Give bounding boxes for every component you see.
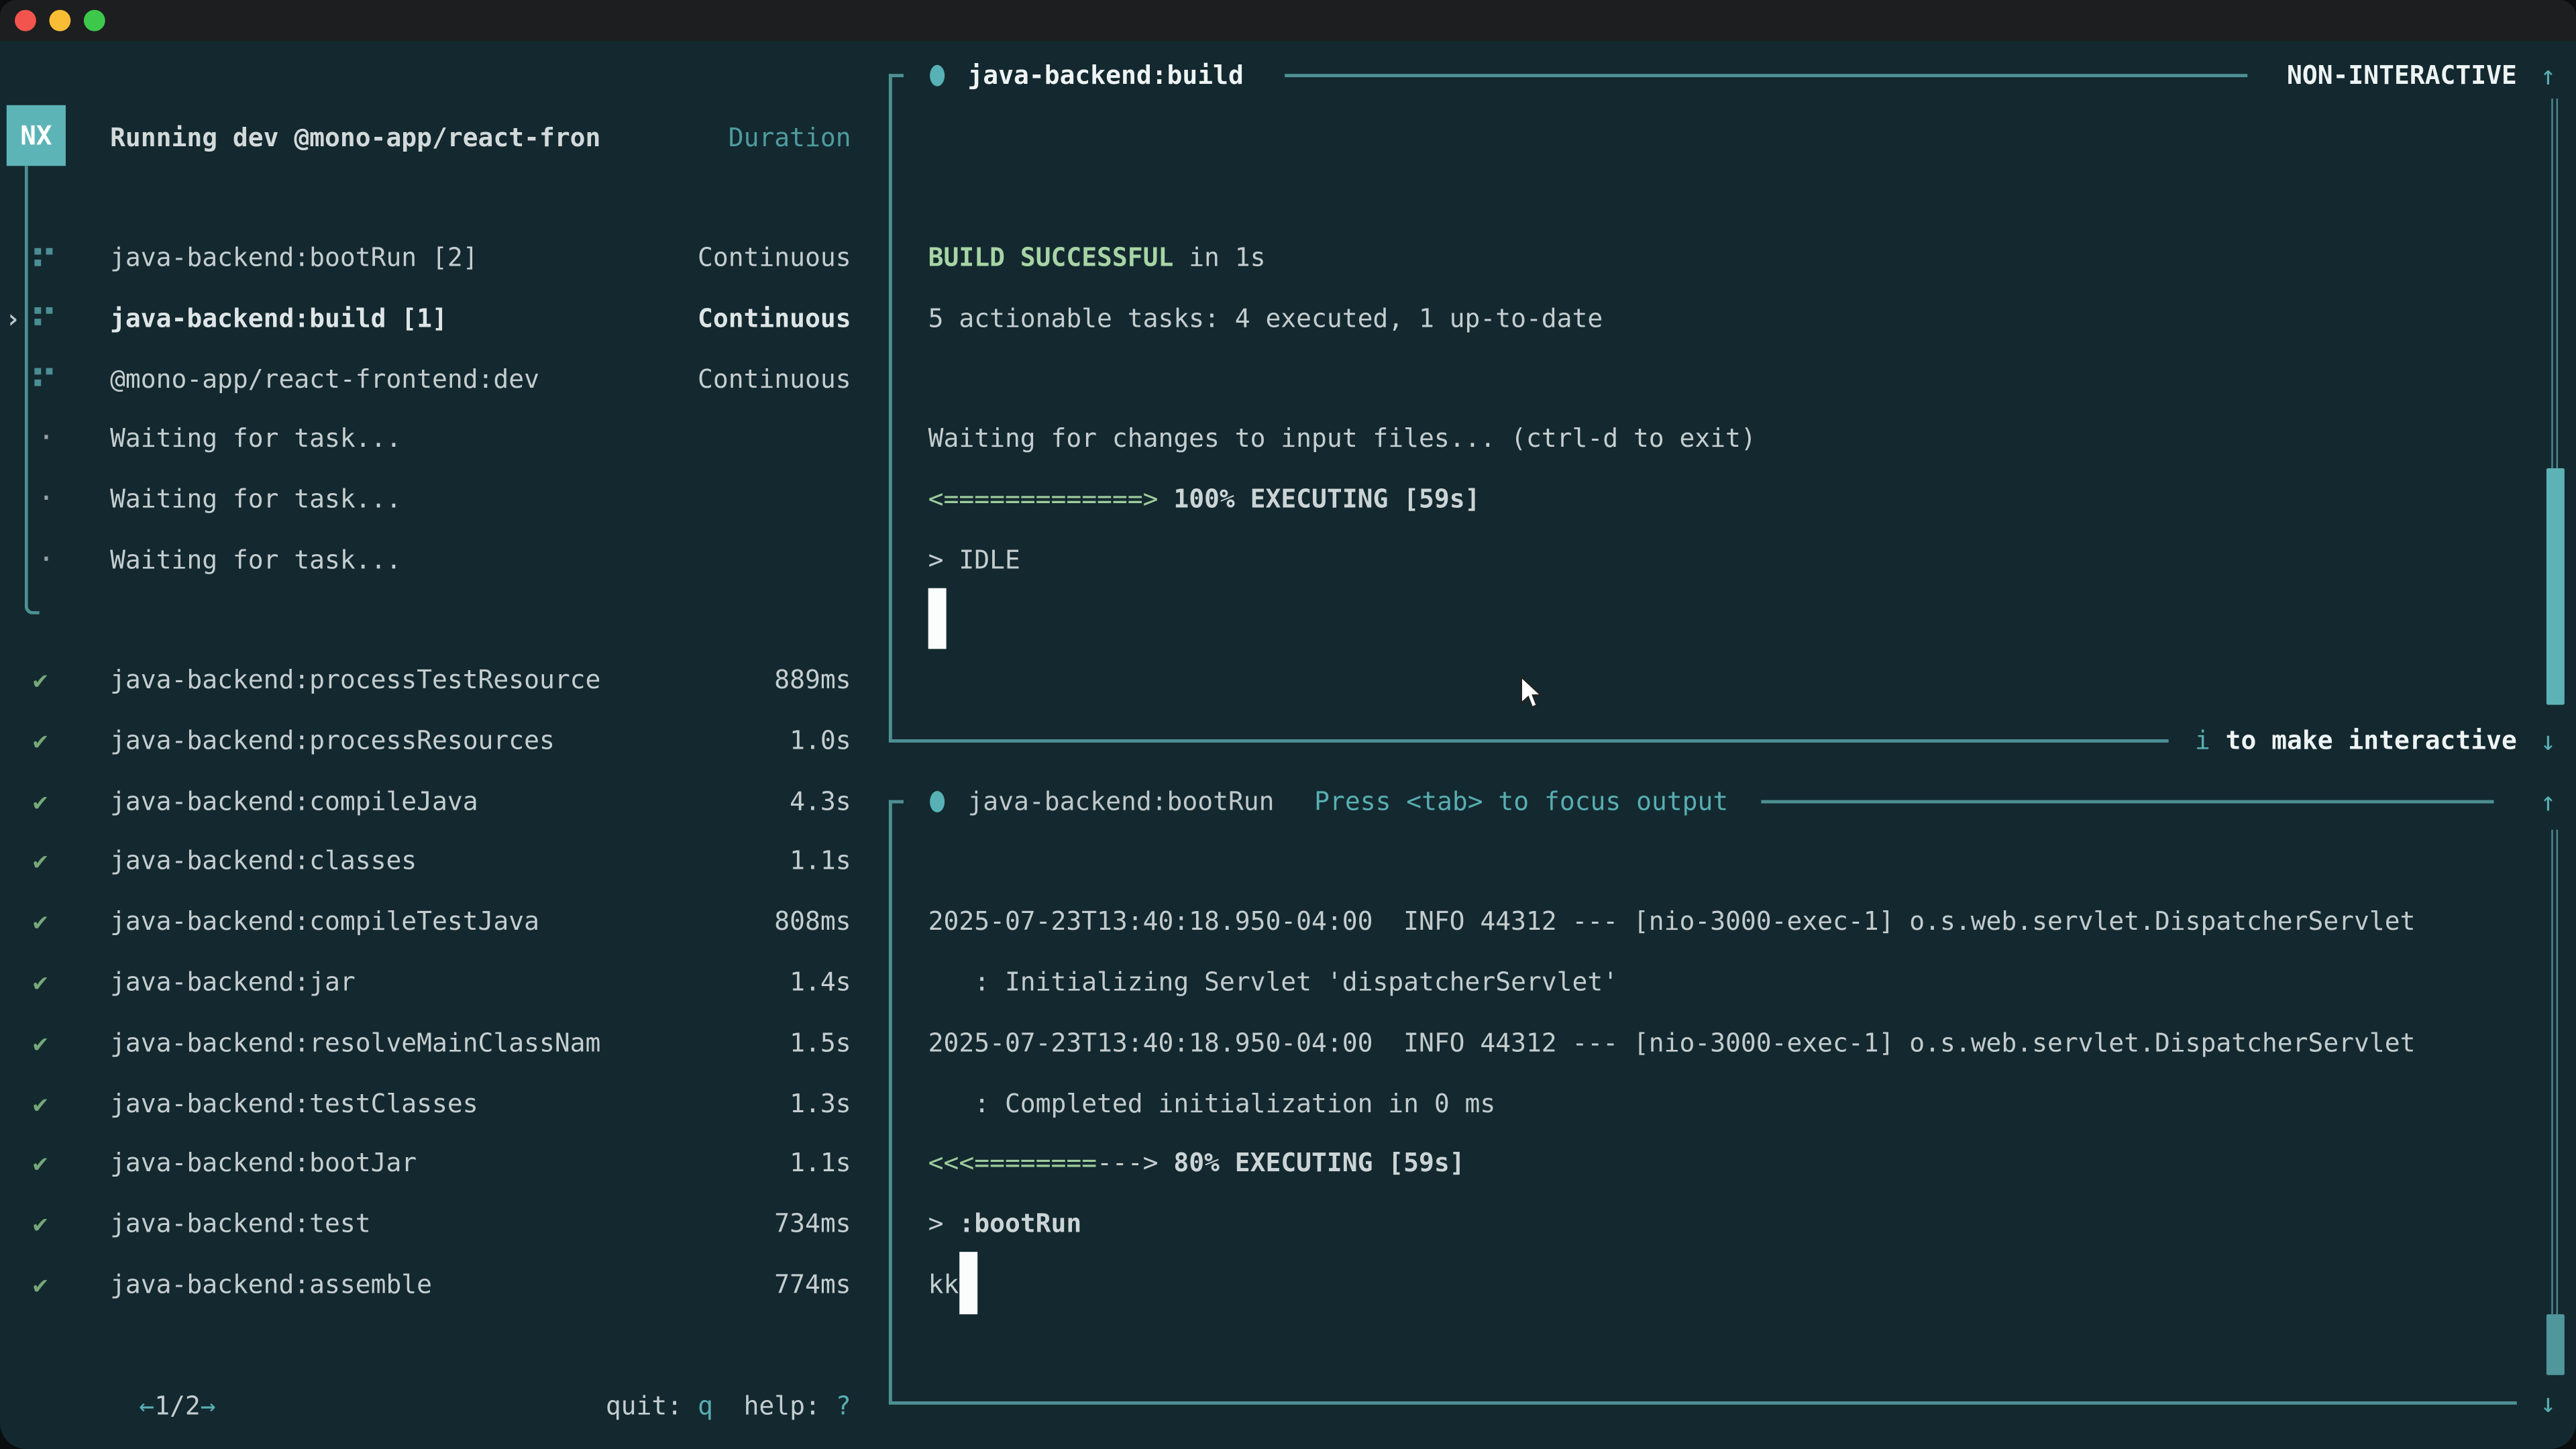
task-row-waiting: · Waiting for task... [0, 530, 889, 591]
focus-output-hint: Press <tab> to focus output [1314, 787, 1728, 816]
spinner-icon [34, 308, 41, 315]
sidebar-header: Running dev @mono-app/react-fron Duratio… [0, 107, 889, 168]
build-scrollbar-track[interactable] [2551, 99, 2558, 468]
task-dot-icon [930, 65, 945, 87]
check-icon: ✔ [33, 1270, 48, 1299]
task-row-waiting: · Waiting for task... [0, 409, 889, 470]
build-idle-line: > IDLE [928, 545, 1020, 575]
task-row-completed[interactable]: ✔ java-backend:compileJava 4.3s [0, 771, 889, 832]
bootrun-prompt-line: > :bootRun [928, 1210, 1082, 1239]
check-icon: ✔ [33, 967, 48, 997]
interactive-hint: to make interactive [2210, 726, 2517, 755]
help-key: ? [836, 1391, 851, 1420]
check-icon: ✔ [33, 786, 48, 816]
help-label: help: [713, 1391, 836, 1420]
build-panel-footer-rule [889, 739, 2169, 743]
check-icon: ✔ [33, 1149, 48, 1179]
bootrun-input-text[interactable]: kk [928, 1270, 959, 1299]
log-line: : Completed initialization in 0 ms [928, 1089, 1496, 1118]
task-row-completed[interactable]: ✔ java-backend:processResources 1.0s [0, 710, 889, 771]
terminal-cursor [959, 1252, 977, 1314]
page-indicator: 1/2 [154, 1391, 201, 1420]
bootrun-panel-title: java-backend:bootRun [967, 787, 1274, 816]
bootrun-scrollbar-thumb[interactable] [2546, 1314, 2565, 1375]
close-button[interactable] [15, 10, 36, 32]
spinner-icon [34, 248, 41, 254]
nx-tui-window: NX Running dev @mono-app/react-fron Dura… [0, 0, 2576, 1449]
minimize-button[interactable] [49, 10, 70, 32]
build-panel-border [889, 74, 904, 741]
build-result-line: BUILD SUCCESSFUL in 1s [928, 243, 1266, 272]
bootrun-panel-header-rule [1761, 800, 2493, 804]
task-row-completed[interactable]: ✔ java-backend:compileTestJava 808ms [0, 892, 889, 953]
sidebar-title: Running dev @mono-app/react-fron [110, 123, 600, 153]
sidebar-footer: ←1/2→ quit: q help: ? [0, 1375, 889, 1436]
task-row-completed[interactable]: ✔ java-backend:classes 1.1s [0, 831, 889, 892]
bootrun-scrollbar-track[interactable] [2551, 830, 2558, 1314]
mouse-cursor-icon [1519, 676, 1546, 712]
log-line: 2025-07-23T13:40:18.950-04:00 INFO 44312… [928, 1028, 2416, 1058]
interactive-key: i [2195, 726, 2210, 755]
bootrun-panel-border [889, 800, 904, 1403]
task-row-bootrun[interactable]: java-backend:bootRun [2] Continuous [0, 227, 889, 288]
spinner-icon [34, 368, 41, 375]
check-icon: ✔ [33, 907, 48, 936]
scroll-up-icon[interactable]: ↑ [2533, 60, 2563, 91]
task-row-completed[interactable]: ✔ java-backend:jar 1.4s [0, 952, 889, 1013]
progress-bar: <<<======== [928, 1149, 1097, 1179]
prev-page-arrow-icon[interactable]: ← [139, 1391, 154, 1420]
build-panel-mode-badge: NON-INTERACTIVE [2287, 61, 2517, 91]
terminal-cursor [928, 588, 947, 649]
build-scrollbar-thumb[interactable] [2546, 468, 2565, 705]
task-row-frontend-dev[interactable]: @mono-app/react-frontend:dev Continuous [0, 348, 889, 409]
task-row-waiting: · Waiting for task... [0, 470, 889, 531]
pending-dot-icon: · [38, 423, 54, 455]
quit-label: quit: [606, 1391, 698, 1420]
titlebar [0, 0, 2576, 41]
check-icon: ✔ [33, 1210, 48, 1239]
quit-key: q [698, 1391, 713, 1420]
task-row-completed[interactable]: ✔ java-backend:assemble 774ms [0, 1254, 889, 1316]
scroll-down-icon[interactable]: ↓ [2533, 725, 2563, 757]
app-window-stage: NX Running dev @mono-app/react-fron Dura… [0, 0, 2576, 1449]
scroll-up-icon[interactable]: ↑ [2533, 786, 2563, 818]
check-icon: ✔ [33, 1089, 48, 1118]
bootrun-progress-line: <<<========---> 80% EXECUTING [59s] [928, 1149, 1465, 1179]
build-panel-header-rule [1285, 74, 2247, 77]
build-waiting-line: Waiting for changes to input files... (c… [928, 425, 1756, 454]
bootrun-panel-footer-rule [889, 1401, 2517, 1405]
progress-bar: <=============> [928, 485, 1159, 515]
check-icon: ✔ [33, 726, 48, 755]
task-row-build-selected[interactable]: › java-backend:build [1] Continuous [0, 288, 889, 349]
build-tasks-summary: 5 actionable tasks: 4 executed, 1 up-to-… [928, 304, 1603, 333]
task-row-completed[interactable]: ✔ java-backend:test 734ms [0, 1194, 889, 1255]
task-dot-icon [930, 791, 945, 812]
task-row-completed[interactable]: ✔ java-backend:processTestResource 889ms [0, 650, 889, 711]
pending-dot-icon: · [38, 544, 54, 577]
pending-dot-icon: · [38, 483, 54, 516]
scroll-down-icon[interactable]: ↓ [2533, 1387, 2563, 1419]
task-row-completed[interactable]: ✔ java-backend:testClasses 1.3s [0, 1073, 889, 1134]
task-row-completed[interactable]: ✔ java-backend:bootJar 1.1s [0, 1134, 889, 1195]
task-row-completed[interactable]: ✔ java-backend:resolveMainClassNam 1.5s [0, 1012, 889, 1073]
check-icon: ✔ [33, 1028, 48, 1058]
build-progress-line: <=============> 100% EXECUTING [59s] [928, 485, 1481, 515]
zoom-button[interactable] [84, 10, 105, 32]
build-panel-title: java-backend:build [967, 61, 1243, 91]
log-line: : Initializing Servlet 'dispatcherServle… [928, 967, 1618, 997]
log-line: 2025-07-23T13:40:18.950-04:00 INFO 44312… [928, 907, 2416, 936]
next-page-arrow-icon[interactable]: → [201, 1391, 216, 1420]
selection-arrow-icon: › [5, 303, 21, 334]
duration-column-header: Duration [729, 123, 851, 153]
check-icon: ✔ [33, 847, 48, 876]
check-icon: ✔ [33, 665, 48, 695]
